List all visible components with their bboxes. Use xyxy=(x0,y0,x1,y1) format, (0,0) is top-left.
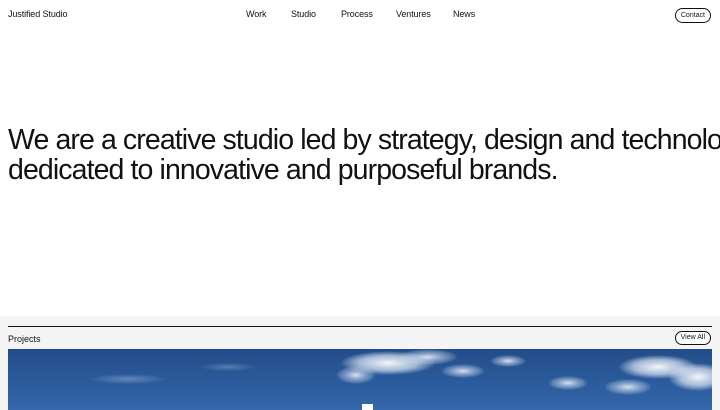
site-header: Justified Studio Work Studio Process Ven… xyxy=(0,0,720,30)
hero-line-1: We are a creative studio led by strategy… xyxy=(8,124,720,156)
projects-title: Projects xyxy=(8,334,41,344)
contact-button[interactable]: Contact xyxy=(674,8,711,23)
nav-process-link[interactable]: Process xyxy=(341,9,373,19)
projects-section: Projects View All xyxy=(0,316,720,410)
sky-clouds-image xyxy=(8,349,712,410)
nav-work-link[interactable]: Work xyxy=(246,9,267,19)
nav-studio-link[interactable]: Studio xyxy=(291,9,316,19)
studio-logo[interactable]: Justified Studio xyxy=(8,9,68,19)
nav-news-link[interactable]: News xyxy=(453,9,475,19)
page: Justified Studio Work Studio Process Ven… xyxy=(0,0,720,410)
nav-ventures-link[interactable]: Ventures xyxy=(396,9,431,19)
project-hero-image[interactable] xyxy=(8,349,712,410)
hero-heading: We are a creative studio led by strategy… xyxy=(8,124,720,186)
image-highlight-block xyxy=(362,404,373,410)
hero-line-2: dedicated to innovative and purposeful b… xyxy=(8,154,559,186)
view-all-button[interactable]: View All xyxy=(674,331,711,345)
section-divider xyxy=(8,326,712,327)
